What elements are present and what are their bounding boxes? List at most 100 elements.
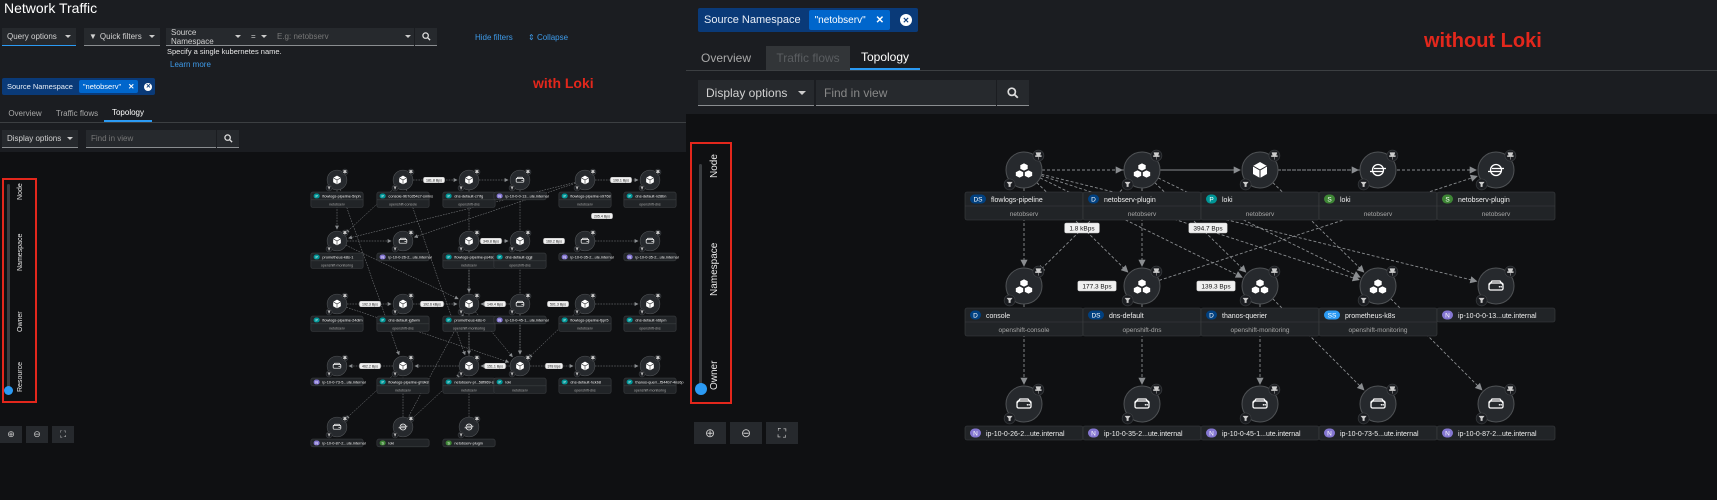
node-label[interactable]: Pdns-default-jg6wmopenshift-dns <box>376 315 430 332</box>
topology-node[interactable]: Pflowlogs-pipeline-24dlmnetobserv <box>310 292 364 332</box>
topology-node[interactable]: Nip-10-0-35-2...ute.internal <box>558 229 614 262</box>
node-label[interactable]: Dnetobserv-plugin netobserv <box>1082 191 1202 221</box>
pin-icon[interactable] <box>1150 265 1163 278</box>
edge[interactable] <box>413 182 576 238</box>
node-label[interactable]: Pflowlogs-pipeline-gh9k8netobserv <box>376 377 430 394</box>
topology-node[interactable]: Pdns-default-n6tpmopenshift-dns <box>623 292 677 332</box>
topology-node[interactable]: Pflowlogs-pipeline-ps48qnetobserv <box>442 229 496 269</box>
fit-to-screen-button[interactable]: ⛶ <box>52 426 74 443</box>
node-label[interactable]: Pprometheus-k8s-1openshift-monitoring <box>310 252 364 269</box>
pin-icon[interactable] <box>589 354 597 362</box>
filter-icon[interactable] <box>325 245 333 253</box>
topology-node[interactable]: Nip-10-0-45-1...ute.internal <box>493 292 549 325</box>
filter-icon[interactable] <box>457 184 465 192</box>
pin-icon[interactable] <box>473 354 481 362</box>
node-label[interactable]: Nip-10-0-0-13...ute.internal <box>493 191 549 201</box>
zoom-in-button[interactable]: ⊕ <box>694 422 726 444</box>
pin-icon[interactable] <box>407 229 415 237</box>
pin-icon[interactable] <box>473 168 481 176</box>
scope-slider-thumb[interactable] <box>695 383 707 395</box>
pin-icon[interactable] <box>1504 383 1517 396</box>
topology-node[interactable]: Nip-10-0-45-1...ute.internal <box>1200 383 1320 441</box>
pin-icon[interactable] <box>407 168 415 176</box>
pin-icon[interactable] <box>341 168 349 176</box>
pin-icon[interactable] <box>1386 383 1399 396</box>
pin-icon[interactable] <box>341 415 349 423</box>
pin-icon[interactable] <box>1268 149 1281 162</box>
tab-topology[interactable]: Topology <box>104 104 152 122</box>
pin-icon[interactable] <box>524 229 532 237</box>
find-in-view-input[interactable]: Find in view <box>86 130 216 148</box>
pin-icon[interactable] <box>1386 149 1399 162</box>
tab-traffic-flows[interactable]: Traffic flows <box>50 104 104 122</box>
pin-icon[interactable] <box>473 415 481 423</box>
display-options-dropdown[interactable]: Display options <box>2 130 78 148</box>
fit-to-screen-button[interactable]: ⛶ <box>766 422 798 444</box>
topology-node[interactable]: Nip-10-0-26-2...ute.internal <box>964 383 1084 441</box>
filter-icon[interactable] <box>1239 294 1252 307</box>
node-label[interactable]: Pprometheus-k8s-0openshift-monitoring <box>442 315 496 332</box>
filter-icon[interactable] <box>638 245 646 253</box>
pin-icon[interactable] <box>341 354 349 362</box>
filter-icon[interactable] <box>1239 412 1252 425</box>
pin-icon[interactable] <box>654 292 662 300</box>
tab-overview[interactable]: Overview <box>0 104 50 122</box>
node-label[interactable]: Snetobserv-plugin <box>442 438 496 448</box>
pin-icon[interactable] <box>654 354 662 362</box>
topology-node[interactable]: Nip-10-0-0-13...ute.internal <box>493 168 549 201</box>
find-search-button[interactable] <box>217 130 239 148</box>
quick-filters-dropdown[interactable]: ▼ Quick filters <box>84 28 160 46</box>
topology-node[interactable]: Nip-10-0-73-5...ute.internal <box>310 354 366 387</box>
scope-level-owner[interactable]: Owner <box>709 361 720 390</box>
topology-node[interactable]: Sloki netobserv <box>1318 149 1438 221</box>
scope-level-node[interactable]: Node <box>709 154 720 178</box>
filter-icon[interactable] <box>638 370 646 378</box>
filter-icon[interactable] <box>508 184 516 192</box>
node-label[interactable]: Pdns-default-c7rfgopenshift-dns <box>442 191 496 208</box>
node-label[interactable]: Dthanos-querier openshift-monitoring <box>1200 307 1320 337</box>
node-label[interactable]: Pflowlogs-pipeline-5nphnetobserv <box>310 191 364 208</box>
filter-icon[interactable] <box>391 370 399 378</box>
filter-icon[interactable] <box>1003 178 1016 191</box>
node-label[interactable]: Pdns-default-n6tpmopenshift-dns <box>623 315 677 332</box>
filter-icon[interactable] <box>573 245 581 253</box>
node-label[interactable]: Nip-10-0-35-2...ute.internal <box>623 252 679 262</box>
filter-icon[interactable] <box>325 431 333 439</box>
pin-icon[interactable] <box>589 229 597 237</box>
topology-node[interactable]: Dconsole openshift-console <box>964 265 1084 337</box>
node-label[interactable]: SS prometheus-k8s openshift-monitoring <box>1318 307 1438 337</box>
zoom-in-button[interactable]: ⊕ <box>0 426 22 443</box>
node-label[interactable]: Pflowlogs-pipeline-ps48qnetobserv <box>442 252 496 269</box>
topology-node[interactable]: Dnetobserv-plugin netobserv <box>1082 149 1202 221</box>
filter-icon[interactable] <box>1357 178 1370 191</box>
filter-field-dropdown[interactable]: Source Namespace <box>166 28 246 46</box>
filter-icon[interactable] <box>457 245 465 253</box>
node-label[interactable]: Plokinetobserv <box>493 377 547 394</box>
node-label[interactable]: Pflowlogs-pipeline-24dlmnetobserv <box>310 315 364 332</box>
node-label[interactable]: Nip-10-0-87-2...ute.internal <box>1436 425 1556 441</box>
filter-value-dropdown-toggle[interactable] <box>400 28 414 46</box>
node-label[interactable]: Nip-10-0-35-2...ute.internal <box>1082 425 1202 441</box>
topology-node[interactable]: Pnetobserv-pl...58f969-sz7kdnetobserv <box>442 354 502 394</box>
filter-icon[interactable] <box>391 184 399 192</box>
clear-filters-icon[interactable]: ✕ <box>900 14 913 26</box>
topology-node[interactable]: Pdns-default-n28bnopenshift-dns <box>623 168 677 208</box>
collapse-link[interactable]: ⇕ Collapse <box>528 33 568 42</box>
display-options-dropdown[interactable]: Display options <box>698 80 814 106</box>
topology-graph[interactable]: 1.8 kBps 394.7 Bps177.3 Bps 139.3 BpsDS flo… <box>686 114 1717 500</box>
filter-icon[interactable] <box>508 308 516 316</box>
topology-node[interactable]: DS flowlogs-pipeline netobserv <box>964 149 1084 221</box>
topology-node[interactable]: Nip-10-0-73-5...ute.internal <box>1318 383 1438 441</box>
topology-node[interactable]: Nip-10-0-87-2...ute.internal <box>310 415 366 448</box>
filter-search-button[interactable] <box>415 28 437 46</box>
node-label[interactable]: DS flowlogs-pipeline netobserv <box>964 191 1084 221</box>
filter-icon[interactable] <box>1475 178 1488 191</box>
filter-icon[interactable] <box>457 370 465 378</box>
pin-icon[interactable] <box>1150 383 1163 396</box>
node-label[interactable]: Dconsole openshift-console <box>964 307 1084 337</box>
query-options-dropdown[interactable]: Query options <box>2 28 76 46</box>
pin-icon[interactable] <box>1504 265 1517 278</box>
node-label[interactable]: Nip-10-0-35-2...ute.internal <box>558 252 614 262</box>
filter-icon[interactable] <box>638 184 646 192</box>
topology-node[interactable]: Snetobserv-plugin netobserv <box>1436 149 1556 221</box>
